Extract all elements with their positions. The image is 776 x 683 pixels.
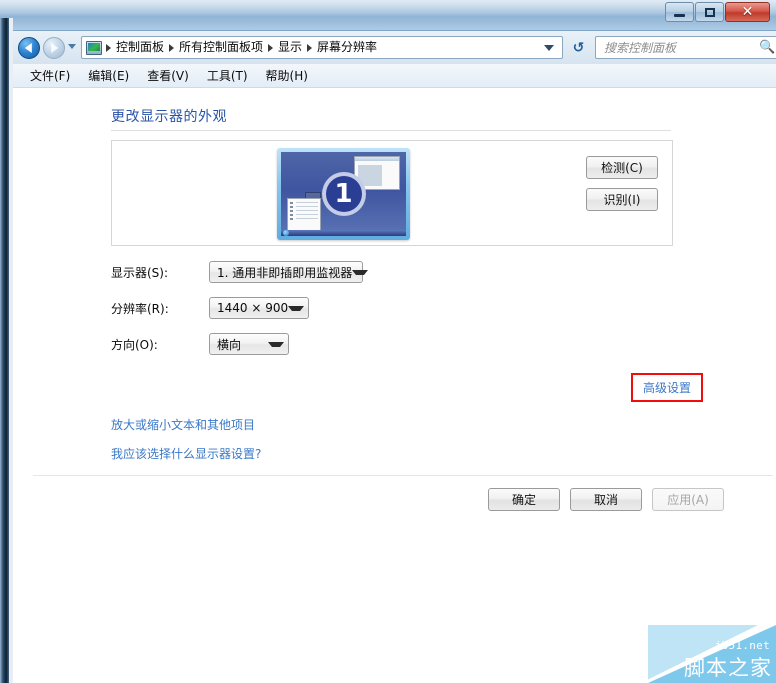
menu-item-file[interactable]: 文件(F) [21, 65, 79, 86]
monitor-select-value: 1. 通用非即插即用监视器 [217, 265, 353, 280]
resolution-select-value: 1440 × 900 [217, 301, 289, 315]
navigation-bar: 控制面板 所有控制面板项 显示 屏幕分辨率 ↺ 搜索控制面板 🔍 [13, 31, 776, 64]
resolution-row: 分辨率(R): 1440 × 900 [111, 296, 309, 320]
breadcrumb-item-control-panel[interactable]: 控制面板 [113, 37, 167, 58]
menu-item-edit[interactable]: 编辑(E) [79, 65, 138, 86]
refresh-icon: ↺ [572, 39, 585, 56]
detect-button[interactable]: 检测(C) [586, 156, 658, 179]
start-orb-icon [283, 230, 289, 236]
title-bar: ✕ [0, 0, 776, 31]
refresh-button[interactable]: ↺ [567, 36, 590, 59]
minimize-icon [674, 13, 685, 17]
advanced-settings-highlight: 高级设置 [630, 373, 703, 402]
resolution-label: 分辨率(R): [111, 301, 169, 316]
window-controls: ✕ [665, 2, 770, 22]
monitor-thumbnail[interactable]: 1 [277, 148, 410, 240]
maximize-icon [704, 7, 715, 17]
monitor-screen: 1 [281, 152, 406, 236]
breadcrumb-item-screen-resolution[interactable]: 屏幕分辨率 [314, 37, 380, 58]
monitor-select[interactable]: 1. 通用非即插即用监视器 [209, 261, 369, 283]
orientation-row: 方向(O): 横向 [111, 332, 289, 356]
search-input[interactable]: 搜索控制面板 [596, 39, 759, 56]
forward-button[interactable] [43, 37, 65, 59]
identify-button[interactable]: 识别(I) [586, 188, 658, 211]
monitor-number-badge: 1 [321, 172, 366, 216]
chevron-down-icon [352, 269, 369, 275]
control-panel-window: ✕ 控制面板 所有控制面板项 显示 屏幕分辨率 ↺ 搜索控制面板 🔍 文件(F)… [0, 0, 776, 683]
title-divider [111, 130, 671, 131]
breadcrumb-item-display[interactable]: 显示 [275, 37, 305, 58]
orientation-select-value: 横向 [217, 337, 242, 352]
cancel-button[interactable]: 取消 [570, 488, 642, 511]
history-dropdown-icon[interactable] [68, 44, 76, 49]
dialog-buttons: 确定 取消 应用(A) [488, 488, 724, 511]
breadcrumb-item-all-items[interactable]: 所有控制面板项 [176, 37, 266, 58]
monitor-preview-panel: 1 检测(C) 识别(I) [111, 140, 673, 246]
ok-button[interactable]: 确定 [488, 488, 560, 511]
title-bar-glass [0, 0, 776, 16]
forward-arrow-icon [51, 43, 59, 53]
breadcrumb-separator-icon [268, 43, 274, 52]
display-monitor-icon [86, 40, 102, 55]
address-dropdown-icon[interactable] [544, 44, 554, 51]
menu-item-tools[interactable]: 工具(T) [198, 65, 257, 86]
orientation-label: 方向(O): [111, 337, 158, 352]
advanced-settings-link[interactable]: 高级设置 [643, 381, 691, 395]
which-settings-link[interactable]: 我应该选择什么显示器设置? [111, 445, 261, 462]
menu-item-help[interactable]: 帮助(H) [257, 65, 317, 86]
close-icon: ✕ [741, 4, 754, 20]
minimize-button[interactable] [665, 2, 694, 22]
chevron-down-icon [268, 341, 284, 347]
monitor-row: 显示器(S): 1. 通用非即插即用监视器 [111, 260, 369, 284]
search-box[interactable]: 搜索控制面板 🔍 [595, 36, 776, 59]
menu-bar: 文件(F) 编辑(E) 查看(V) 工具(T) 帮助(H) [13, 64, 776, 88]
search-icon: 🔍 [759, 40, 776, 55]
bottom-divider [33, 475, 773, 476]
chevron-down-icon [288, 305, 305, 311]
orientation-select[interactable]: 横向 [209, 333, 289, 355]
back-button[interactable] [18, 37, 40, 59]
breadcrumb-separator-icon [307, 43, 313, 52]
breadcrumb-separator-icon [106, 43, 111, 52]
close-button[interactable]: ✕ [725, 2, 770, 22]
page-title: 更改显示器的外观 [111, 109, 227, 125]
resolution-select[interactable]: 1440 × 900 [209, 297, 309, 319]
scale-text-link[interactable]: 放大或缩小文本和其他项目 [111, 416, 255, 433]
breadcrumb-separator-icon [169, 43, 175, 52]
maximize-button[interactable] [695, 2, 724, 22]
apply-button: 应用(A) [652, 488, 724, 511]
back-arrow-icon [24, 43, 32, 53]
mini-window-icon [287, 198, 321, 232]
content-area: 更改显示器的外观 1 检测(C) 识别(I) 显示器(S): 1. 通用非即插即… [13, 88, 776, 683]
address-bar[interactable]: 控制面板 所有控制面板项 显示 屏幕分辨率 [81, 36, 563, 59]
menu-item-view[interactable]: 查看(V) [138, 65, 198, 86]
mini-taskbar [281, 230, 406, 236]
monitor-label: 显示器(S): [111, 265, 169, 280]
